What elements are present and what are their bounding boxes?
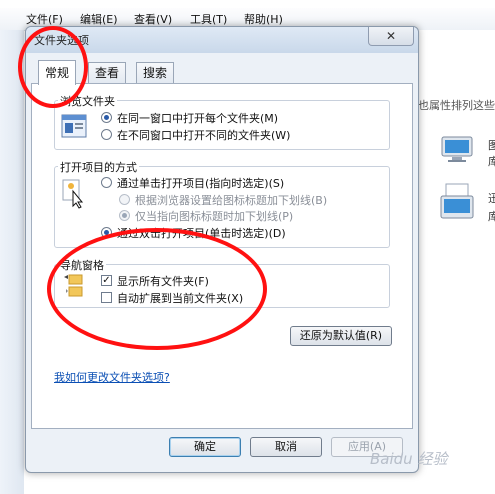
menu-help[interactable]: 帮助(H)	[244, 11, 283, 27]
click-cursor-icon	[62, 179, 84, 209]
browse-folders-group: 浏览文件夹 在同一窗口中打开每个文件夹(M) 在不同窗口中打开不同的文件夹(W)	[54, 93, 390, 150]
underline-hover-radio	[119, 210, 130, 221]
library-glyph-4: 库	[488, 210, 495, 223]
single-click-label[interactable]: 通过单击打开项目(指向时选定)(S)	[117, 175, 284, 191]
library-glyph-3: 迅	[488, 192, 495, 205]
library-glyph-1: 图	[488, 139, 495, 152]
ok-button[interactable]: 确定	[169, 437, 241, 457]
restore-defaults-button[interactable]: 还原为默认值(R)	[290, 326, 392, 346]
help-link[interactable]: 我如何更改文件夹选项?	[54, 369, 170, 385]
underline-browser-radio	[119, 194, 130, 205]
close-button[interactable]: ✕	[368, 27, 414, 46]
tab-view[interactable]: 查看	[88, 62, 127, 83]
annotation-circle-navigation	[47, 228, 267, 350]
new-window-label[interactable]: 在不同窗口中打开不同的文件夹(W)	[117, 127, 290, 143]
menu-edit[interactable]: 编辑(E)	[80, 11, 118, 27]
explorer-arrange-text: 也属性排列这些	[418, 99, 495, 112]
baidu-watermark: Baidu 经验	[370, 450, 448, 468]
underline-browser-label: 根据浏览器设置给图标标题加下划线(B)	[135, 194, 328, 207]
same-window-label[interactable]: 在同一窗口中打开每个文件夹(M)	[117, 110, 278, 126]
annotation-circle-tab	[18, 26, 88, 108]
cancel-button[interactable]: 取消	[250, 437, 322, 457]
same-window-radio[interactable]	[101, 112, 112, 123]
menu-file[interactable]: 文件(F)	[26, 11, 63, 27]
explorer-nav-pane	[0, 30, 24, 494]
open-items-label: 打开项目的方式	[58, 159, 139, 175]
menu-view[interactable]: 查看(V)	[134, 11, 172, 27]
tab-search[interactable]: 搜索	[136, 62, 175, 83]
new-window-radio[interactable]	[101, 129, 112, 140]
folder-window-icon	[61, 114, 87, 138]
library-document-icon[interactable]	[438, 182, 476, 222]
underline-hover-label: 仅当指向图标标题时加下划线(P)	[135, 210, 294, 223]
single-click-radio[interactable]	[101, 177, 112, 188]
library-monitor-icon[interactable]	[440, 135, 474, 163]
close-icon: ✕	[385, 29, 397, 43]
library-glyph-2: 库	[488, 155, 495, 168]
menu-tools[interactable]: 工具(T)	[190, 11, 227, 27]
